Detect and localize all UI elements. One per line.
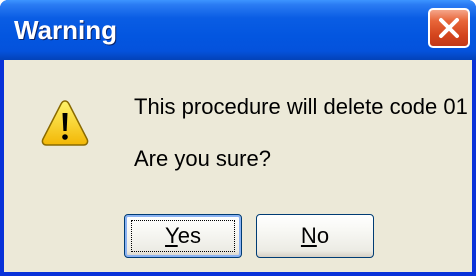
no-button[interactable]: No	[256, 214, 374, 258]
close-button[interactable]	[428, 8, 470, 48]
yes-button[interactable]: Yes	[124, 214, 242, 258]
warning-triangle-icon	[41, 100, 89, 146]
yes-accelerator: Y	[165, 223, 178, 248]
no-accelerator: N	[300, 223, 317, 248]
yes-button-label: Yes	[165, 223, 201, 248]
yes-label-rest: es	[177, 223, 201, 248]
warning-dialog: Warning This procedure will delete code …	[0, 0, 476, 276]
dialog-title: Warning	[14, 15, 118, 45]
confirmation-question: Are you sure?	[134, 146, 271, 171]
no-button-label: No	[301, 223, 329, 248]
no-label-rest: o	[316, 223, 330, 248]
message-text: This procedure will delete code 01	[134, 94, 468, 119]
close-icon	[439, 18, 459, 38]
dialog-body: This procedure will delete code 01 Are y…	[4, 60, 472, 272]
title-bar[interactable]: Warning	[0, 0, 476, 60]
